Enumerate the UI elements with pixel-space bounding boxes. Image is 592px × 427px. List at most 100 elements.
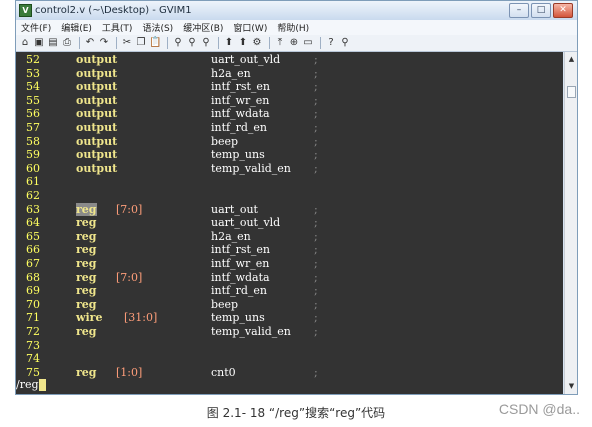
signal-name: uart_out_vld bbox=[211, 53, 281, 66]
menu-bar: 文件(F) 编辑(E) 工具(T) 语法(S) 缓冲区(B) 窗口(W) 帮助(… bbox=[16, 20, 577, 35]
semicolon: ; bbox=[314, 134, 318, 148]
find-next-icon[interactable]: ⚲ bbox=[186, 37, 198, 49]
print-icon[interactable]: ⎙ bbox=[61, 37, 73, 49]
signal-name: intf_wr_en bbox=[211, 257, 270, 270]
keyword: reg bbox=[76, 243, 97, 257]
menu-buffers[interactable]: 缓冲区(B) bbox=[178, 21, 228, 34]
menu-window[interactable]: 窗口(W) bbox=[228, 21, 272, 34]
code-line: 72 reg temp_valid_en; bbox=[16, 325, 563, 339]
toolbar: ⌂ ▣ ▤ ⎙ ↶ ↷ ✂ ❐ 📋 ⚲ ⚲ ⚲ ⬆ ⬆ ⚙ ⤒ ⊕ ▭? ⚲ bbox=[16, 35, 577, 52]
code-line: 70 reg beep; bbox=[16, 298, 563, 312]
code-line: 58 output beep; bbox=[16, 135, 563, 149]
semicolon: ; bbox=[314, 93, 318, 107]
toolbar-separator bbox=[269, 37, 270, 49]
semicolon: ; bbox=[314, 284, 318, 298]
line-number: 56 bbox=[26, 107, 40, 121]
scroll-down-icon[interactable]: ▼ bbox=[566, 381, 577, 392]
semicolon: ; bbox=[314, 325, 318, 338]
shell-icon[interactable]: ⊕ bbox=[288, 37, 300, 49]
code-line: 65 reg h2a_en; bbox=[16, 230, 563, 244]
semicolon: ; bbox=[314, 66, 318, 80]
line-number: 74 bbox=[26, 352, 40, 366]
scroll-up-icon[interactable]: ▲ bbox=[566, 54, 577, 65]
code-line: 60 output temp_valid_en; bbox=[16, 162, 563, 176]
save-session-icon[interactable]: ⬆ bbox=[237, 37, 249, 49]
maximize-button[interactable]: □ bbox=[531, 3, 551, 18]
menu-file[interactable]: 文件(F) bbox=[16, 21, 56, 34]
find-prev-icon[interactable]: ⚲ bbox=[200, 37, 212, 49]
find-help-icon[interactable]: ⚲ bbox=[339, 37, 351, 49]
semicolon: ; bbox=[314, 53, 318, 66]
command-line[interactable]: /reg bbox=[16, 377, 563, 392]
menu-edit[interactable]: 编辑(E) bbox=[56, 21, 97, 34]
close-button[interactable]: ✕ bbox=[553, 3, 573, 18]
code-line: 61 bbox=[16, 175, 563, 189]
keyword: reg bbox=[76, 297, 97, 311]
line-number: 63 bbox=[26, 202, 40, 216]
vertical-scrollbar[interactable]: ▲ ▼ bbox=[564, 52, 577, 394]
tags-icon[interactable]: ▭ bbox=[302, 37, 314, 49]
keyword: output bbox=[76, 66, 118, 80]
semicolon: ; bbox=[314, 229, 318, 243]
code-line: 56 output intf_wdata; bbox=[16, 107, 563, 121]
help-icon[interactable]: ? bbox=[325, 37, 337, 49]
signal-name: intf_wdata bbox=[211, 107, 270, 121]
line-number: 66 bbox=[26, 243, 40, 257]
line-number: 58 bbox=[26, 134, 40, 148]
code-line: 59 output temp_uns; bbox=[16, 148, 563, 162]
line-number: 64 bbox=[26, 216, 40, 230]
code-line: 55 output intf_wr_en; bbox=[16, 94, 563, 108]
line-number: 53 bbox=[26, 66, 40, 80]
line-number: 61 bbox=[26, 175, 40, 189]
code-line: 74 bbox=[16, 352, 563, 366]
paste-icon[interactable]: 📋 bbox=[149, 37, 161, 49]
keyword: output bbox=[76, 134, 118, 148]
editor-buffer[interactable]: 75 reg [1:0] cnt0; 74 73 72 reg temp_valid_en; 71… bbox=[16, 52, 563, 394]
open-icon[interactable]: ⌂ bbox=[19, 37, 31, 49]
redo-icon[interactable]: ↷ bbox=[98, 37, 110, 49]
keyword: reg bbox=[76, 325, 97, 338]
keyword: output bbox=[76, 80, 118, 94]
run-script-icon[interactable]: ⚙ bbox=[251, 37, 263, 49]
keyword: output bbox=[76, 93, 118, 107]
line-number: 72 bbox=[26, 325, 40, 338]
keyword: wire bbox=[76, 311, 103, 325]
keyword: output bbox=[76, 148, 118, 162]
line-number: 69 bbox=[26, 284, 40, 298]
minimize-button[interactable]: – bbox=[509, 3, 529, 18]
undo-icon[interactable]: ↶ bbox=[84, 37, 96, 49]
find-icon[interactable]: ⚲ bbox=[172, 37, 184, 49]
line-number: 52 bbox=[26, 53, 40, 66]
toolbar-separator bbox=[116, 37, 117, 49]
save-icon[interactable]: ▣ bbox=[33, 37, 45, 49]
bit-range: [7:0] bbox=[116, 270, 143, 284]
signal-name: temp_uns bbox=[211, 311, 265, 325]
keyword: reg bbox=[76, 216, 97, 230]
watermark: CSDN @da.. bbox=[498, 401, 580, 417]
code-line: 53 output h2a_en; bbox=[16, 67, 563, 81]
toolbar-separator bbox=[79, 37, 80, 49]
menu-syntax[interactable]: 语法(S) bbox=[137, 21, 178, 34]
menu-tools[interactable]: 工具(T) bbox=[97, 21, 138, 34]
load-session-icon[interactable]: ⬆ bbox=[223, 37, 235, 49]
menu-help[interactable]: 帮助(H) bbox=[272, 21, 314, 34]
line-number: 70 bbox=[26, 297, 40, 311]
code-line: 63 reg [7:0] uart_out; bbox=[16, 202, 563, 217]
title-bar: V control2.v (~\Desktop) - GVIM1 – □ ✕ bbox=[16, 1, 577, 21]
line-number: 62 bbox=[26, 189, 40, 202]
keyword: reg bbox=[76, 270, 97, 284]
keyword: output bbox=[76, 161, 118, 175]
semicolon: ; bbox=[314, 216, 318, 230]
copy-icon[interactable]: ❐ bbox=[135, 37, 147, 49]
save-all-icon[interactable]: ▤ bbox=[47, 37, 59, 49]
cut-icon[interactable]: ✂ bbox=[121, 37, 133, 49]
toolbar-separator bbox=[167, 37, 168, 49]
line-number: 65 bbox=[26, 229, 40, 243]
signal-name: intf_rst_en bbox=[211, 80, 271, 94]
make-icon[interactable]: ⤒ bbox=[274, 37, 286, 49]
signal-name: intf_rd_en bbox=[211, 284, 267, 298]
keyword: reg bbox=[76, 257, 97, 270]
semicolon: ; bbox=[314, 270, 318, 284]
scrollbar-thumb[interactable] bbox=[567, 86, 576, 98]
semicolon: ; bbox=[314, 107, 318, 121]
